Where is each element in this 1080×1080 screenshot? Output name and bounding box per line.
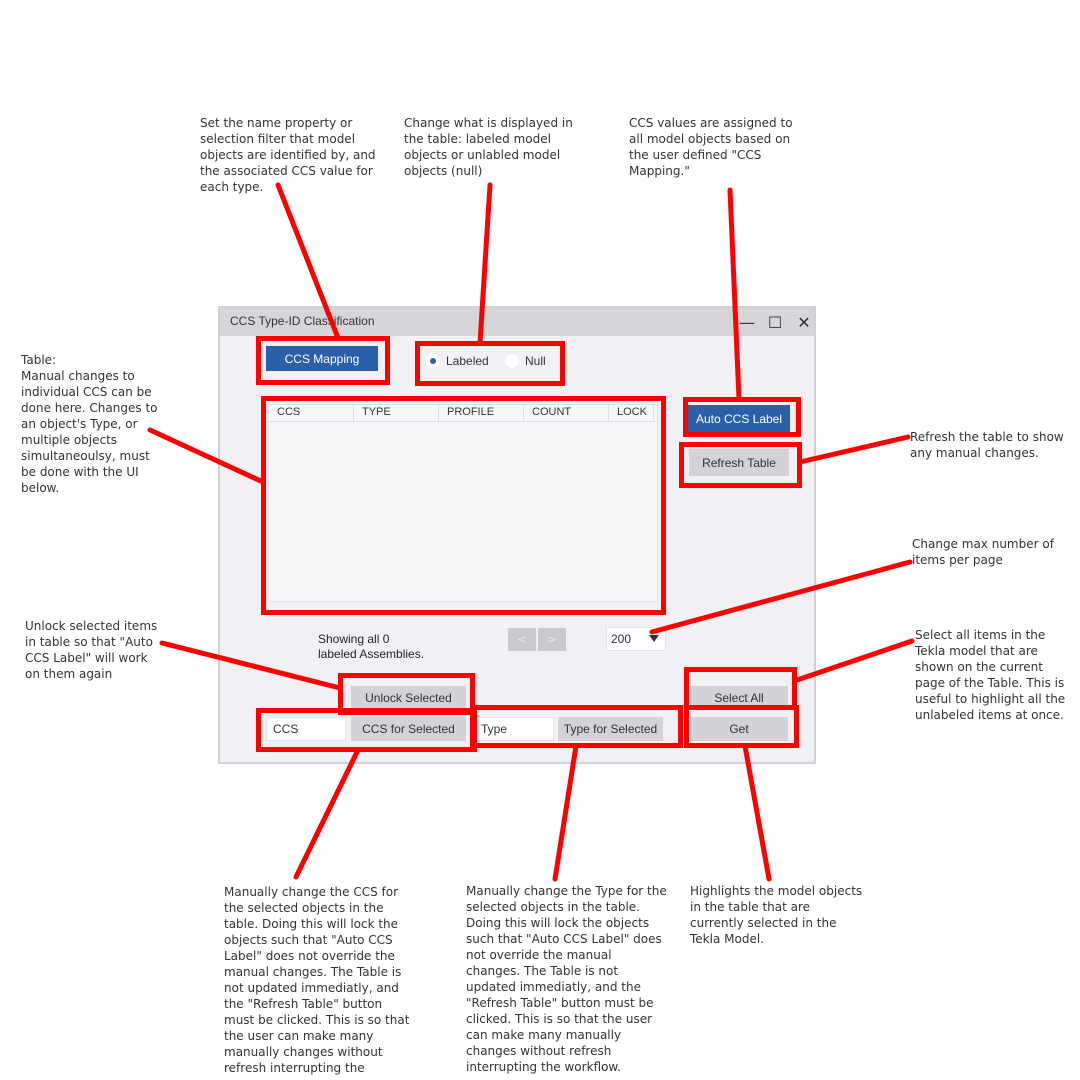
- column-header-lock[interactable]: LOCK: [609, 405, 654, 421]
- page-size-value: 200: [611, 632, 632, 646]
- radio-null-label: Null: [525, 354, 546, 368]
- annotation-get: Highlights the model objects in the tabl…: [690, 884, 863, 946]
- maximize-icon[interactable]: ☐: [764, 311, 786, 333]
- get-button[interactable]: Get: [690, 717, 788, 741]
- refresh-table-button[interactable]: Refresh Table: [689, 449, 789, 476]
- minimize-icon[interactable]: —: [736, 311, 758, 333]
- leader-refresh: [797, 434, 911, 465]
- radio-labeled[interactable]: Labeled: [426, 354, 489, 368]
- leader-ccs-for-selected: [293, 747, 361, 880]
- ccs-mapping-button[interactable]: CCS Mapping: [266, 346, 378, 371]
- close-icon[interactable]: ✕: [793, 311, 815, 333]
- annotation-type-for-selected: Manually change the Type for the selecte…: [466, 884, 667, 1074]
- annotation-table: Table: Manual changes to individual CCS …: [21, 353, 158, 495]
- next-page-button[interactable]: >: [538, 628, 566, 651]
- radio-labeled-indicator[interactable]: [426, 354, 440, 368]
- column-header-type[interactable]: TYPE: [354, 405, 439, 421]
- unlock-selected-button[interactable]: Unlock Selected: [351, 686, 466, 710]
- paging-status: Showing all 0 labeled Assemblies.: [318, 632, 425, 661]
- annotation-ccs-mapping: Set the name property or selection filte…: [200, 116, 376, 194]
- leader-get: [742, 743, 772, 882]
- column-header-profile[interactable]: PROFILE: [439, 405, 524, 421]
- annotation-ccs-for-selected: Manually change the CCS for the selected…: [224, 885, 410, 1075]
- title-bar[interactable]: CCS Type-ID Classification — ☐ ✕: [220, 308, 814, 336]
- column-header-ccs[interactable]: CCS: [269, 405, 354, 421]
- annotation-page-size: Change max number of items per page: [912, 537, 1054, 567]
- window-title: CCS Type-ID Classification: [230, 314, 375, 328]
- column-header-count[interactable]: COUNT: [524, 405, 609, 421]
- annotation-refresh: Refresh the table to show any manual cha…: [910, 430, 1064, 460]
- ccs-input[interactable]: CCS: [266, 717, 346, 741]
- annotation-auto-ccs: CCS values are assigned to all model obj…: [629, 116, 793, 178]
- type-for-selected-button[interactable]: Type for Selected: [558, 717, 663, 741]
- radio-labeled-label: Labeled: [446, 354, 489, 368]
- app-window: CCS Type-ID Classification — ☐ ✕ CCS Map…: [218, 306, 816, 764]
- auto-ccs-label-button[interactable]: Auto CCS Label: [688, 405, 790, 433]
- table-header: CCS TYPE PROFILE COUNT LOCK: [269, 405, 657, 422]
- page-size-select[interactable]: 200: [606, 627, 666, 651]
- leader-type-for-selected: [552, 743, 579, 882]
- annotation-unlock: Unlock selected items in table so that "…: [25, 619, 158, 681]
- radio-null[interactable]: Null: [505, 354, 546, 368]
- select-all-button[interactable]: Select All: [690, 686, 788, 710]
- chevron-down-icon[interactable]: [649, 635, 659, 642]
- prev-page-button[interactable]: <: [508, 628, 536, 651]
- annotation-filter: Change what is displayed in the table: l…: [404, 116, 573, 178]
- annotation-select-all: Select all items in the Tekla model that…: [915, 628, 1066, 722]
- type-input[interactable]: Type: [478, 717, 554, 741]
- ccs-for-selected-button[interactable]: CCS for Selected: [351, 717, 466, 741]
- radio-null-indicator[interactable]: [505, 354, 519, 368]
- classification-table[interactable]: CCS TYPE PROFILE COUNT LOCK: [268, 404, 658, 602]
- radio-selected-dot: [430, 358, 436, 364]
